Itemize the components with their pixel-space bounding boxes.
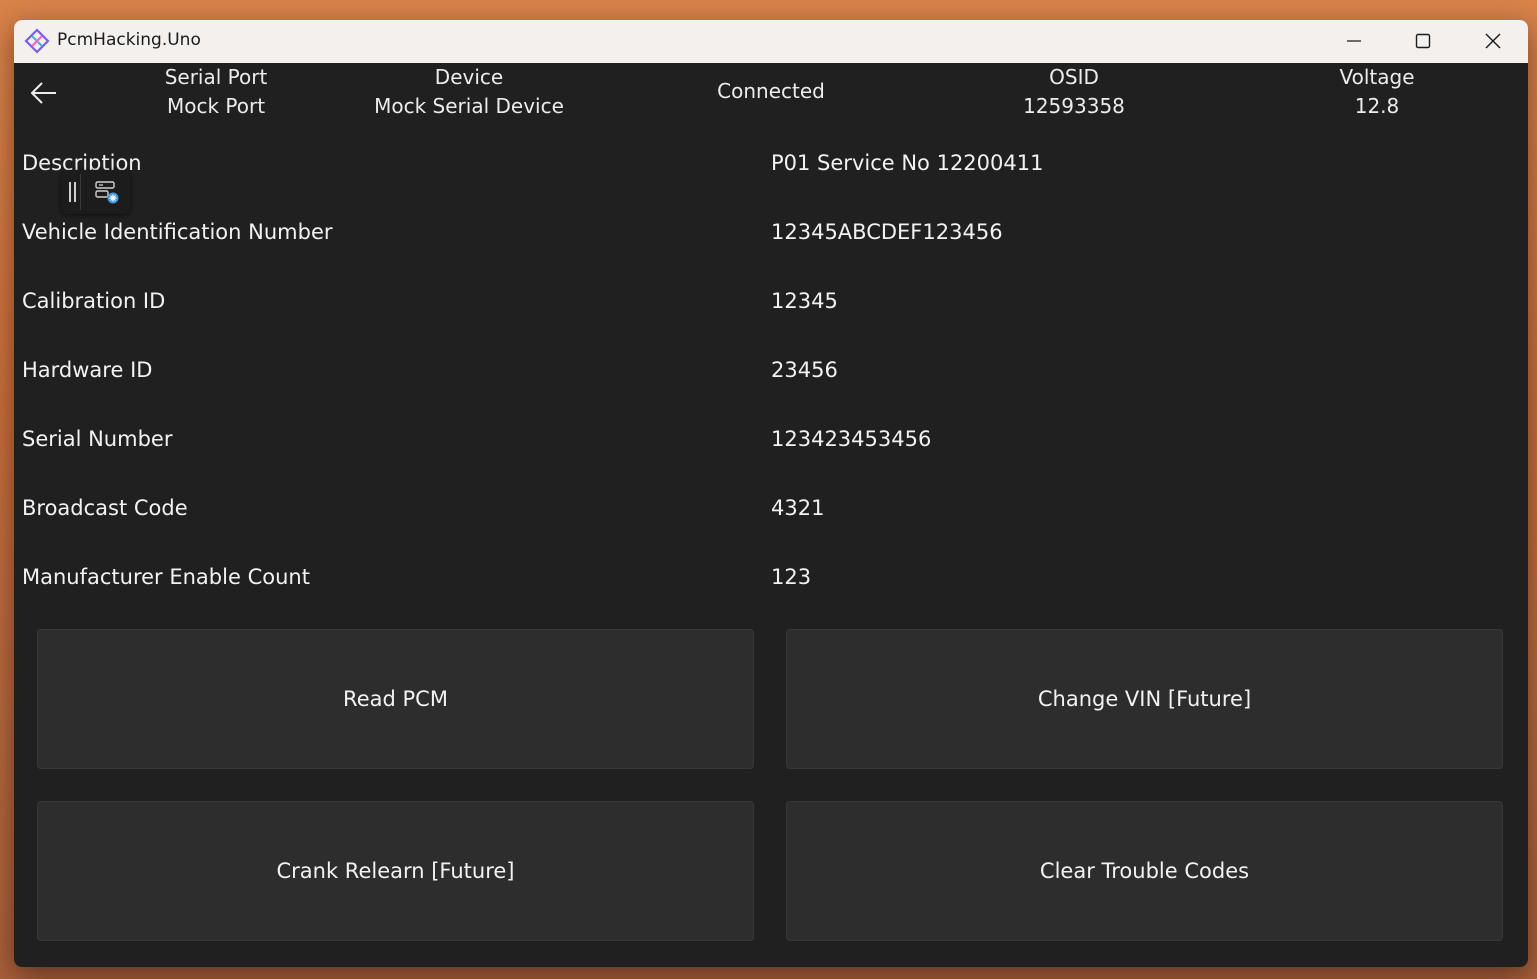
osid-label: OSID bbox=[1049, 65, 1099, 89]
live-visual-tree-button[interactable] bbox=[94, 179, 120, 205]
debug-mini-toolbar[interactable] bbox=[61, 170, 130, 214]
window-title: PcmHacking.Uno bbox=[57, 30, 201, 50]
info-row-vin: Vehicle Identification Number 12345ABCDE… bbox=[14, 212, 1528, 252]
back-button[interactable] bbox=[28, 77, 60, 109]
info-label: Serial Number bbox=[22, 427, 173, 451]
crank-relearn-button[interactable]: Crank Relearn [Future] bbox=[37, 801, 754, 941]
device-value: Mock Serial Device bbox=[374, 94, 564, 118]
toolbar-divider bbox=[80, 174, 81, 210]
title-bar[interactable]: PcmHacking.Uno bbox=[14, 20, 1528, 63]
voltage-label: Voltage bbox=[1339, 65, 1415, 89]
serial-port-info: Serial Port Mock Port bbox=[116, 63, 316, 121]
info-label: Manufacturer Enable Count bbox=[22, 565, 310, 589]
arrow-left-icon bbox=[30, 82, 56, 104]
info-row-calibration-id: Calibration ID 12345 bbox=[14, 281, 1528, 321]
info-label: Hardware ID bbox=[22, 358, 153, 382]
close-icon bbox=[1485, 33, 1501, 49]
info-row-broadcast-code: Broadcast Code 4321 bbox=[14, 488, 1528, 528]
drag-handle-icon[interactable] bbox=[69, 182, 77, 202]
connection-header: Serial Port Mock Port Device Mock Serial… bbox=[14, 63, 1528, 143]
serial-port-value: Mock Port bbox=[166, 94, 266, 118]
connection-status-text: Connected bbox=[717, 79, 825, 103]
voltage-value: 12.8 bbox=[1354, 94, 1400, 118]
close-button[interactable] bbox=[1458, 20, 1528, 63]
serial-port-label: Serial Port bbox=[164, 65, 268, 89]
change-vin-button[interactable]: Change VIN [Future] bbox=[786, 629, 1503, 769]
info-value: 123 bbox=[771, 565, 812, 589]
device-info: Device Mock Serial Device bbox=[344, 63, 594, 121]
app-window: PcmHacking.Uno Serial Port Mock Port Dev… bbox=[14, 20, 1528, 967]
maximize-icon bbox=[1415, 33, 1431, 49]
minimize-icon bbox=[1347, 40, 1361, 42]
visual-tree-icon bbox=[95, 181, 119, 204]
info-value: 4321 bbox=[771, 496, 825, 520]
minimize-button[interactable] bbox=[1319, 20, 1389, 63]
connection-status: Connected bbox=[671, 77, 871, 106]
osid-info: OSID 12593358 bbox=[974, 63, 1174, 121]
info-label: Broadcast Code bbox=[22, 496, 188, 520]
info-row-hardware-id: Hardware ID 23456 bbox=[14, 350, 1528, 390]
info-value: P01 Service No 12200411 bbox=[771, 151, 1044, 175]
info-value: 23456 bbox=[771, 358, 838, 382]
read-pcm-button[interactable]: Read PCM bbox=[37, 629, 754, 769]
info-value: 123423453456 bbox=[771, 427, 932, 451]
info-label: Vehicle Identification Number bbox=[22, 220, 333, 244]
clear-trouble-codes-button[interactable]: Clear Trouble Codes bbox=[786, 801, 1503, 941]
info-value: 12345ABCDEF123456 bbox=[771, 220, 1003, 244]
maximize-button[interactable] bbox=[1388, 20, 1458, 63]
app-logo-icon bbox=[24, 28, 50, 54]
voltage-info: Voltage 12.8 bbox=[1277, 63, 1477, 121]
info-row-serial-number: Serial Number 123423453456 bbox=[14, 419, 1528, 459]
info-row-description: Description P01 Service No 12200411 bbox=[14, 143, 1528, 183]
device-label: Device bbox=[434, 65, 504, 89]
osid-value: 12593358 bbox=[1023, 94, 1125, 118]
info-label: Calibration ID bbox=[22, 289, 166, 313]
info-row-manufacturer-enable-count: Manufacturer Enable Count 123 bbox=[14, 557, 1528, 597]
info-value: 12345 bbox=[771, 289, 838, 313]
